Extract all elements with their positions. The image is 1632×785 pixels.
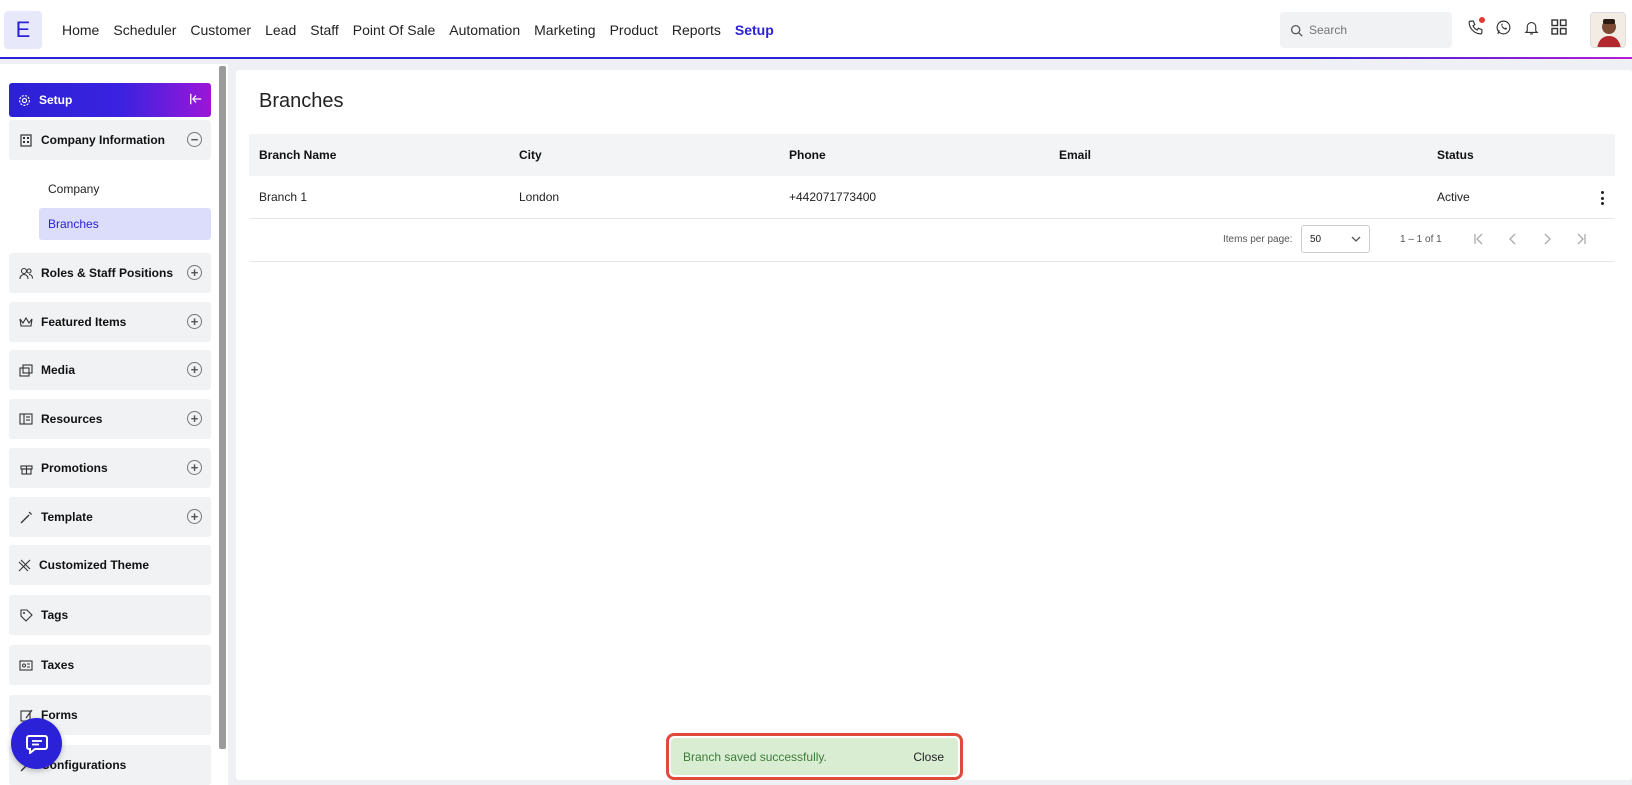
- nav-marketing[interactable]: Marketing: [534, 22, 595, 38]
- nav-scheduler[interactable]: Scheduler: [113, 22, 176, 38]
- nav-staff[interactable]: Staff: [310, 22, 339, 38]
- building-icon: [19, 133, 33, 147]
- sidebar-group-taxes[interactable]: Taxes: [9, 645, 211, 685]
- sidebar-item-branches[interactable]: Branches: [39, 208, 211, 240]
- sidebar-item-company[interactable]: Company: [39, 173, 211, 205]
- more-options-icon[interactable]: [1596, 190, 1608, 206]
- main-nav: Home Scheduler Customer Lead Staff Point…: [62, 0, 788, 59]
- nav-lead[interactable]: Lead: [265, 22, 296, 38]
- chat-button[interactable]: [11, 718, 62, 769]
- snackbar-message: Branch saved successfully.: [683, 749, 827, 764]
- sidebar-group-roles-staff-positions[interactable]: Roles & Staff Positions +: [9, 253, 211, 293]
- sidebar-setup-header: Setup: [9, 83, 211, 117]
- nav-setup[interactable]: Setup: [735, 22, 774, 38]
- sidebar-group-label: Customized Theme: [39, 558, 150, 572]
- col-email[interactable]: Email: [1059, 148, 1091, 162]
- app-logo[interactable]: E: [4, 11, 42, 49]
- tax-icon: [19, 658, 33, 672]
- page-title: Branches: [259, 90, 344, 112]
- search-box[interactable]: [1280, 12, 1452, 48]
- expand-group-icon[interactable]: +: [187, 362, 202, 377]
- collapse-group-icon[interactable]: −: [187, 132, 202, 147]
- page-range: 1 – 1 of 1: [1400, 234, 1442, 245]
- table-row[interactable]: Branch 1 London +442071773400 Active: [249, 176, 1615, 219]
- top-icons: [1466, 17, 1568, 36]
- resources-icon: [19, 412, 33, 426]
- nav-home[interactable]: Home: [62, 22, 99, 38]
- search-icon: [1290, 24, 1303, 37]
- expand-group-icon[interactable]: +: [187, 314, 202, 329]
- sidebar-group-label: Template: [41, 510, 93, 524]
- magic-wand-icon: [19, 510, 33, 524]
- cell-phone: +442071773400: [789, 190, 877, 204]
- sidebar-group-label: Featured Items: [41, 315, 127, 329]
- previous-page-icon[interactable]: [1505, 231, 1521, 247]
- sidebar-scrollbar[interactable]: [219, 66, 226, 749]
- table-header: Branch Name City Phone Email Status: [249, 134, 1615, 176]
- first-page-icon[interactable]: [1471, 231, 1487, 247]
- tag-icon: [19, 608, 33, 622]
- items-per-page-label: Items per page:: [1223, 234, 1293, 245]
- expand-group-icon[interactable]: +: [187, 460, 202, 475]
- users-icon: [19, 266, 33, 280]
- nav-point-of-sale[interactable]: Point Of Sale: [353, 22, 436, 38]
- sidebar-group-promotions[interactable]: Promotions +: [9, 448, 211, 488]
- sidebar-group-label: Resources: [41, 412, 103, 426]
- sidebar-group-label: Promotions: [41, 461, 108, 475]
- sidebar-group-media[interactable]: Media +: [9, 350, 211, 390]
- last-page-icon[interactable]: [1573, 231, 1589, 247]
- expand-group-icon[interactable]: +: [187, 509, 202, 524]
- sidebar-group-label: Media: [41, 363, 76, 377]
- col-city[interactable]: City: [519, 148, 542, 162]
- sidebar-group-label: Tags: [41, 608, 69, 622]
- nav-customer[interactable]: Customer: [190, 22, 251, 38]
- sidebar-group-featured-items[interactable]: Featured Items +: [9, 302, 211, 342]
- sidebar-group-company-information[interactable]: Company Information −: [9, 120, 211, 160]
- crown-icon: [19, 315, 33, 329]
- items-per-page-select[interactable]: 50: [1301, 225, 1370, 253]
- chat-icon: [25, 734, 48, 754]
- bell-icon[interactable]: [1522, 18, 1540, 36]
- user-avatar[interactable]: [1590, 12, 1626, 48]
- sidebar-group-label: Taxes: [41, 658, 75, 672]
- cell-branch-name: Branch 1: [259, 190, 308, 204]
- cell-status: Active: [1437, 190, 1470, 204]
- paginator: Items per page: 50 1 – 1 of 1: [249, 219, 1615, 262]
- notification-dot: [1479, 17, 1485, 23]
- sidebar-group-tags[interactable]: Tags: [9, 595, 211, 635]
- nav-reports[interactable]: Reports: [672, 22, 721, 38]
- snackbar: Branch saved successfully. Close: [666, 733, 963, 780]
- chevron-down-icon: [1351, 236, 1361, 242]
- collapse-sidebar-icon[interactable]: [189, 92, 203, 109]
- sidebar-group-template[interactable]: Template +: [9, 497, 211, 537]
- top-navbar: E Home Scheduler Customer Lead Staff Poi…: [0, 0, 1632, 59]
- apps-grid-icon[interactable]: [1550, 18, 1568, 36]
- sidebar-header-label: Setup: [39, 93, 73, 107]
- nav-automation[interactable]: Automation: [449, 22, 520, 38]
- whatsapp-icon[interactable]: [1494, 18, 1512, 36]
- col-phone[interactable]: Phone: [789, 148, 826, 162]
- gift-icon: [19, 461, 33, 475]
- search-input[interactable]: [1309, 23, 1439, 37]
- theme-icon: [17, 558, 31, 572]
- expand-group-icon[interactable]: +: [187, 265, 202, 280]
- sidebar-group-label: Roles & Staff Positions: [41, 266, 174, 280]
- col-branch-name[interactable]: Branch Name: [259, 148, 336, 162]
- sidebar-group-customized-theme[interactable]: Customized Theme: [9, 545, 211, 585]
- nav-product[interactable]: Product: [610, 22, 658, 38]
- branches-table: Branch Name City Phone Email Status Bran…: [249, 134, 1615, 262]
- snackbar-close-button[interactable]: Close: [913, 750, 944, 764]
- gear-icon: [19, 94, 30, 106]
- cell-city: London: [519, 190, 560, 204]
- items-per-page-value: 50: [1310, 233, 1322, 245]
- media-icon: [19, 363, 33, 377]
- expand-group-icon[interactable]: +: [187, 411, 202, 426]
- sidebar-group-resources[interactable]: Resources +: [9, 399, 211, 439]
- snackbar-body: Branch saved successfully. Close: [671, 738, 958, 775]
- sidebar-group-label: Company Information: [41, 133, 166, 147]
- phone-icon[interactable]: [1466, 17, 1485, 36]
- col-status[interactable]: Status: [1437, 148, 1474, 162]
- next-page-icon[interactable]: [1539, 231, 1555, 247]
